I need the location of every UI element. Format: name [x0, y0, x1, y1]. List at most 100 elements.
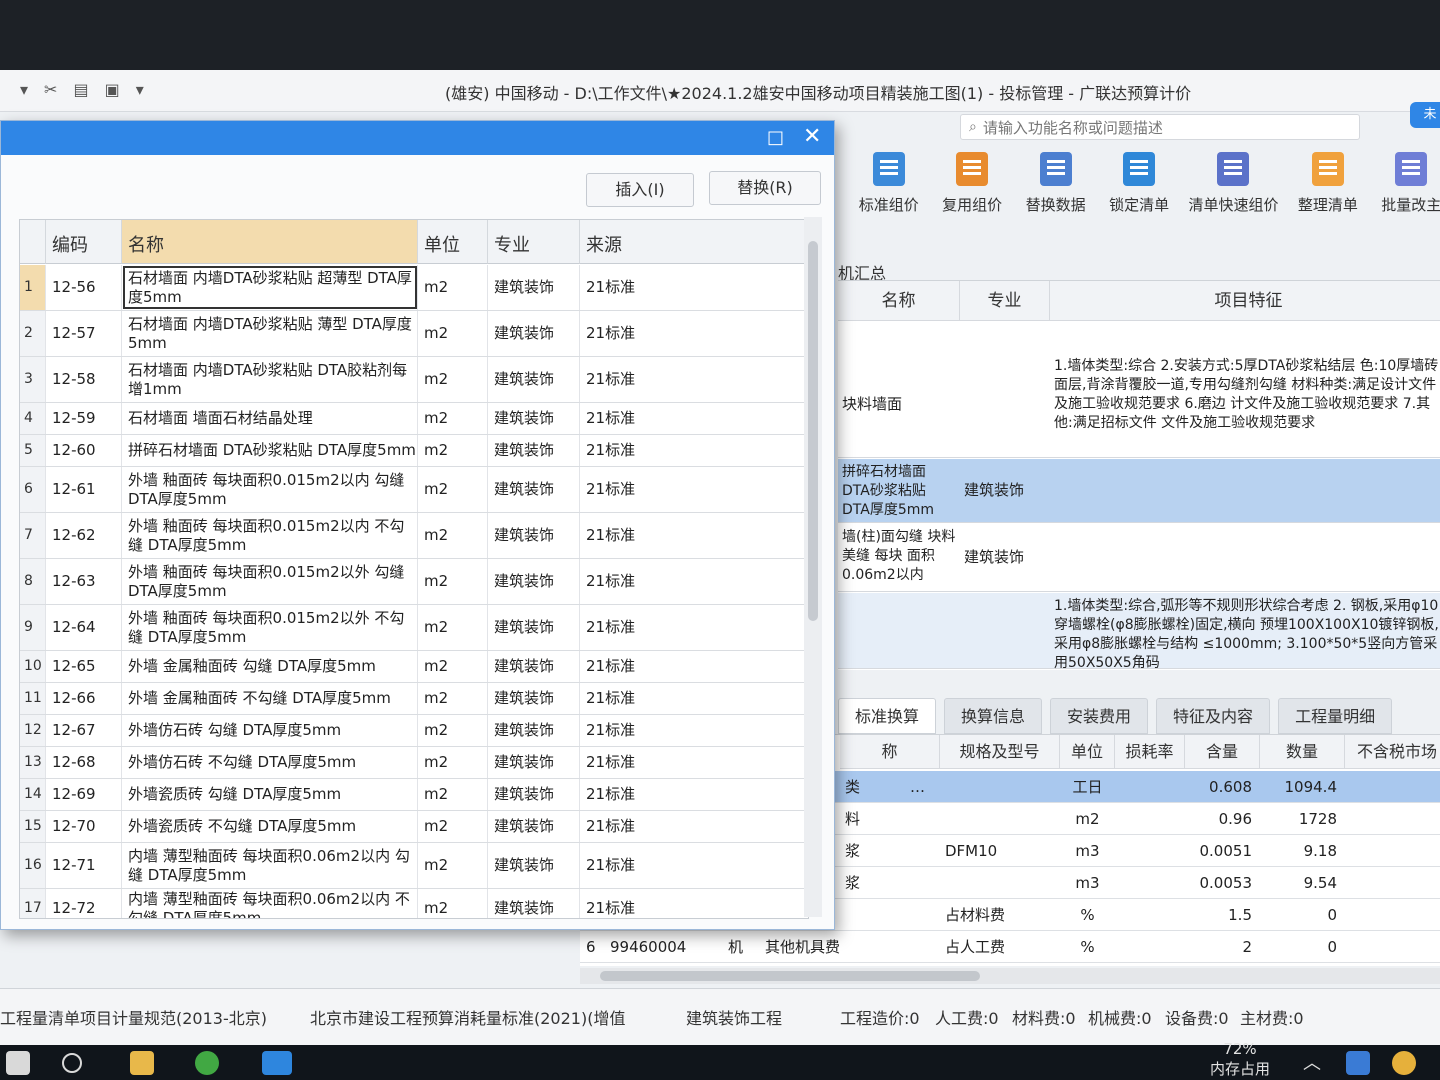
tab-quantity-detail[interactable]: 工程量明细: [1278, 698, 1393, 734]
cell-major: 建筑装饰: [488, 811, 580, 842]
cell-code: 12-70: [46, 811, 122, 842]
cell-row-number: 6: [586, 938, 596, 956]
lock-list-button[interactable]: 锁定清单: [1100, 146, 1177, 256]
tab-conversion-info[interactable]: 换算信息: [944, 698, 1043, 734]
column-header-major[interactable]: 专业: [960, 281, 1050, 321]
replace-button[interactable]: 替换(R): [709, 171, 821, 205]
column-header-content[interactable]: 含量: [1185, 735, 1260, 769]
column-header-feature[interactable]: 项目特征: [1050, 281, 1440, 321]
column-header-code[interactable]: 编码: [46, 220, 122, 264]
insert-button[interactable]: 插入(I): [586, 173, 694, 207]
cell-major: 建筑装饰: [488, 715, 580, 746]
function-search-input[interactable]: ⌕ 请输入功能名称或问题描述: [960, 114, 1360, 140]
table-row[interactable]: 17 12-72 内墙 薄型釉面砖 每块面积0.06m2以内 不勾缝 DTA厚度5m…: [20, 889, 808, 918]
table-row[interactable]: 1.墙体类型:综合,弧形等不规则形状综合考虑 2. 钢板,采用φ10穿墙螺栓(φ…: [838, 593, 1440, 669]
browser-icon[interactable]: [195, 1051, 219, 1075]
cell-qty: 1094.4: [1284, 778, 1338, 796]
column-header-source[interactable]: 来源: [580, 220, 808, 264]
replace-data-button[interactable]: 替换数据: [1017, 146, 1094, 256]
table-row[interactable]: 块料墙面 1.墙体类型:综合 2.安装方式:5厚DTA砂浆粘结层 色:10厚墙砖…: [838, 353, 1440, 458]
tray-expand-icon[interactable]: ︿: [1303, 1049, 1321, 1075]
column-header-loss[interactable]: 损耗率: [1115, 735, 1185, 769]
batch-edit-icon: [1395, 152, 1428, 186]
column-header-unit[interactable]: 单位: [418, 220, 488, 264]
glodon-app-icon[interactable]: [262, 1051, 292, 1075]
cell-code: 12-65: [46, 651, 122, 682]
standard-pricing-button[interactable]: 标准组价: [850, 146, 927, 256]
paste-icon[interactable]: ▣: [105, 80, 120, 99]
table-row[interactable]: 4 12-59 石材墙面 墙面石材结晶处理 m2 建筑装饰 21标准: [20, 403, 808, 435]
column-header-major[interactable]: 专业: [488, 220, 580, 264]
table-row[interactable]: 拼碎石材墙面 DTA砂浆粘贴 DTA厚度5mm 建筑装饰: [838, 459, 1440, 523]
cell-major: 建筑装饰: [488, 467, 580, 512]
column-header-row-number: [20, 220, 46, 264]
column-header-name[interactable]: 名称: [838, 281, 960, 321]
column-header-qty[interactable]: 数量: [1260, 735, 1345, 769]
scroll-thumb[interactable]: [808, 241, 818, 621]
dropdown-icon[interactable]: ▾: [20, 80, 28, 99]
copy-icon[interactable]: ▤: [73, 80, 88, 99]
table-row[interactable]: 14 12-69 外墙瓷质砖 勾缝 DTA厚度5mm m2 建筑装饰 21标准: [20, 779, 808, 811]
cell-name: 外墙瓷质砖 勾缝 DTA厚度5mm: [122, 779, 418, 810]
table-row[interactable]: 2 12-57 石材墙面 内墙DTA砂浆粘贴 薄型 DTA厚度5mm m2 建筑装饰 21…: [20, 311, 808, 357]
quick-pricing-button[interactable]: 清单快速组价: [1184, 146, 1283, 256]
column-header-market-price[interactable]: 不含税市场: [1345, 735, 1440, 769]
help-button[interactable]: 未: [1410, 102, 1440, 128]
table-row[interactable]: 12 12-67 外墙仿石砖 勾缝 DTA厚度5mm m2 建筑装饰 21标准: [20, 715, 808, 747]
tab-features-content[interactable]: 特征及内容: [1156, 698, 1271, 734]
table-row[interactable]: 5 12-60 拼碎石材墙面 DTA砂浆粘贴 DTA厚度5mm m2 建筑装饰 21标准: [20, 435, 808, 467]
vertical-scrollbar[interactable]: [804, 217, 822, 917]
batch-edit-button[interactable]: 批量改主: [1373, 146, 1440, 256]
cell-spec: 占人工费: [945, 938, 1006, 956]
cell-unit: m3: [1075, 842, 1100, 860]
ribbon-label: 批量改主: [1381, 196, 1440, 214]
maximize-icon[interactable]: □: [767, 127, 784, 148]
organize-list-button[interactable]: 整理清单: [1289, 146, 1366, 256]
cut-icon[interactable]: ✂: [44, 80, 57, 99]
cell-name: 内墙 薄型釉面砖 每块面积0.06m2以内 勾缝 DTA厚度5mm: [122, 843, 418, 888]
cell-name: 浆: [845, 874, 861, 892]
cell-source: 21标准: [580, 715, 808, 746]
detail-tabs: 标准换算 换算信息 安装费用 特征及内容 工程量明细: [838, 698, 1440, 734]
table-row[interactable]: 9 12-64 外墙 釉面砖 每块面积0.015m2以外 不勾缝 DTA厚度5mm m…: [20, 605, 808, 651]
table-row[interactable]: 11 12-66 外墙 金属釉面砖 不勾缝 DTA厚度5mm m2 建筑装饰 21标准: [20, 683, 808, 715]
cell-unit: m2: [418, 683, 488, 714]
column-header-name[interactable]: 名称: [122, 220, 418, 264]
table-row[interactable]: 10 12-65 外墙 金属釉面砖 勾缝 DTA厚度5mm m2 建筑装饰 21标准: [20, 651, 808, 683]
cell-code: 12-66: [46, 683, 122, 714]
ribbon-label: 替换数据: [1025, 196, 1086, 214]
dropdown-icon[interactable]: ▾: [136, 80, 144, 99]
cell-feature: 1.墙体类型:综合 2.安装方式:5厚DTA砂浆粘结层 色:10厚墙砖面层,背涂…: [1054, 358, 1439, 431]
table-row[interactable]: 3 12-58 石材墙面 内墙DTA砂浆粘贴 DTA胶粘剂每增1mm m2 建筑装饰 21…: [20, 357, 808, 403]
scroll-thumb[interactable]: [600, 971, 980, 981]
table-row[interactable]: 7 12-62 外墙 釉面砖 每块面积0.015m2以内 不勾缝 DTA厚度5mm m…: [20, 513, 808, 559]
table-row[interactable]: 6 99460004 机 其他机具费 占人工费 % 2 0: [580, 931, 1440, 963]
cell-source: 21标准: [580, 683, 808, 714]
tab-installation-cost[interactable]: 安装费用: [1050, 698, 1149, 734]
windows-taskbar: 72% 内存占用 ︿: [0, 1040, 1440, 1080]
dialog-title-bar[interactable]: □ ✕: [1, 121, 834, 155]
table-row[interactable]: 墙(柱)面勾缝 块料美缝 每块 面积0.06m2以内 建筑装饰: [838, 524, 1440, 592]
table-row[interactable]: 16 12-71 内墙 薄型釉面砖 每块面积0.06m2以内 勾缝 DTA厚度5mm…: [20, 843, 808, 889]
tray-app-icon[interactable]: [1346, 1051, 1370, 1075]
memory-usage-indicator[interactable]: 72% 内存占用: [1210, 1039, 1270, 1079]
horizontal-scrollbar[interactable]: [580, 968, 1440, 984]
cell-spec[interactable]: …: [910, 771, 940, 803]
close-icon[interactable]: ✕: [803, 124, 821, 149]
tray-app-icon[interactable]: [1392, 1051, 1416, 1075]
table-row[interactable]: 6 12-61 外墙 釉面砖 每块面积0.015m2以内 勾缝 DTA厚度5mm m2…: [20, 467, 808, 513]
column-header-name[interactable]: 称: [840, 735, 940, 769]
search-icon[interactable]: [62, 1053, 82, 1073]
table-row[interactable]: 1 12-56 石材墙面 内墙DTA砂浆粘贴 超薄型 DTA厚度5mm m2 建筑装饰 2…: [20, 265, 808, 311]
cell-source: 21标准: [580, 467, 808, 512]
column-header-unit[interactable]: 单位: [1060, 735, 1115, 769]
column-header-spec[interactable]: 规格及型号: [940, 735, 1060, 769]
tab-standard-conversion[interactable]: 标准换算: [838, 698, 937, 734]
table-row[interactable]: 15 12-70 外墙瓷质砖 不勾缝 DTA厚度5mm m2 建筑装饰 21标准: [20, 811, 808, 843]
windows-start-icon[interactable]: [6, 1051, 30, 1075]
table-row[interactable]: 13 12-68 外墙仿石砖 不勾缝 DTA厚度5mm m2 建筑装饰 21标准: [20, 747, 808, 779]
table-row[interactable]: 8 12-63 外墙 釉面砖 每块面积0.015m2以外 勾缝 DTA厚度5mm m2…: [20, 559, 808, 605]
reuse-pricing-button[interactable]: 复用组价: [933, 146, 1010, 256]
file-explorer-icon[interactable]: [130, 1051, 154, 1075]
cell-row-number: 16: [20, 843, 46, 888]
